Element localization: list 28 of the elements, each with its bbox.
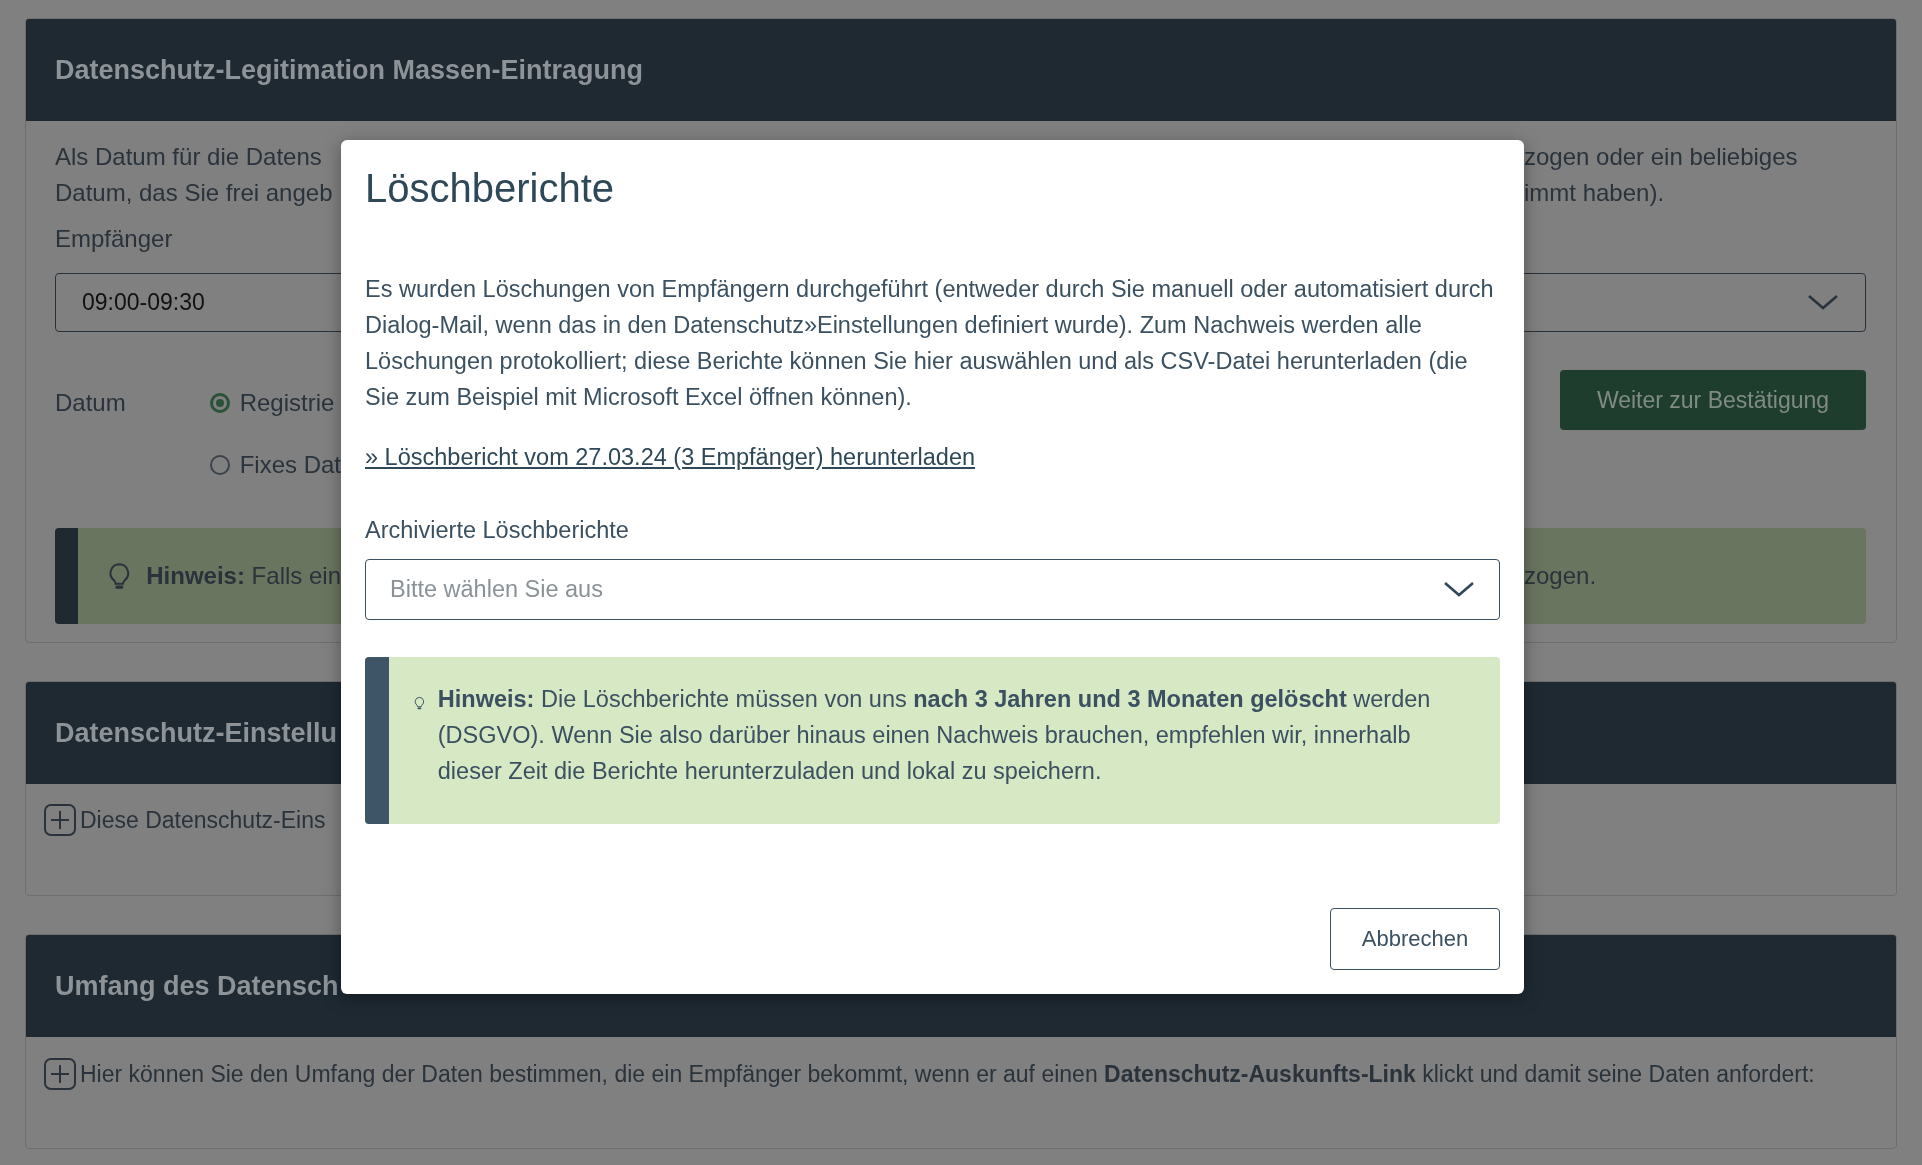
panel-title: Datenschutz-Legitimation Massen-Eintragung bbox=[55, 54, 644, 86]
radio-button[interactable] bbox=[209, 455, 230, 475]
hint-text: Hinweis: Die Löschberichte müssen von uns nach 3 Jahren und 3 Monaten gelöscht werden (DSGVO). Wenn Sie also darüber hinaus einen Nachweis brauchen, empfehlen wir, innerhalb dieser Zeit die Berichte herunterzuladen und lokal zu speichern. bbox=[437, 685, 1432, 786]
intro-text: zogen oder ein beliebiges bbox=[1524, 142, 1798, 172]
radio-label: Registrie bbox=[239, 388, 335, 418]
expander-text: Hier können Sie den Umfang der Daten bestimmen, die ein Empfänger bekommt, wenn er auf einen Datenschutz-Auskunfts-Link klickt und damit seine Daten anfordert: bbox=[80, 1060, 1815, 1089]
plus-icon[interactable] bbox=[44, 804, 76, 836]
intro-text: Als Datum für die Datens bbox=[55, 142, 322, 172]
panel-title: Datenschutz-Einstellu bbox=[55, 717, 338, 749]
intro-text: immt haben). bbox=[1524, 178, 1665, 208]
field-label: Datum bbox=[55, 388, 127, 418]
lightbulb-icon bbox=[413, 695, 426, 711]
field-label: Archivierte Löschberichte bbox=[365, 516, 629, 545]
radio-label: Fixes Dat bbox=[239, 450, 341, 480]
field-label: Empfänger bbox=[55, 224, 173, 254]
hint-text: Hinweis: Falls ein bbox=[146, 561, 341, 591]
radio-button[interactable] bbox=[209, 393, 230, 413]
panel-title: Umfang des Datensch bbox=[55, 970, 339, 1002]
expander-text: Diese Datenschutz-Eins bbox=[80, 806, 326, 835]
download-link[interactable]: » Löschbericht vom 27.03.24 (3 Empfänger) herunterladen bbox=[365, 439, 976, 475]
hint-text: zogen. bbox=[1524, 561, 1597, 591]
dialog-title: Löschberichte bbox=[365, 165, 615, 211]
cancel-button[interactable]: Abbrechen bbox=[1330, 908, 1500, 970]
plus-icon[interactable] bbox=[44, 1058, 76, 1090]
chevron-down-icon bbox=[1443, 581, 1475, 598]
dialog-text: Es wurden Löschungen von Empfängern durchgeführt (entweder durch Sie manuell oder automatisiert durch Dialog-Mail, wenn das in den Datenschutz»Einstellungen definiert wurde). Zum Nachweis werden alle Löschungen protokolliert; diese Berichte können Sie hier auswählen und als CSV-Datei herunterladen (die Sie zum Beispiel mit Microsoft Excel öffnen können). bbox=[365, 275, 1495, 412]
chevron-down-icon bbox=[1807, 294, 1839, 311]
intro-text: Datum, das Sie frei angeb bbox=[55, 178, 333, 208]
